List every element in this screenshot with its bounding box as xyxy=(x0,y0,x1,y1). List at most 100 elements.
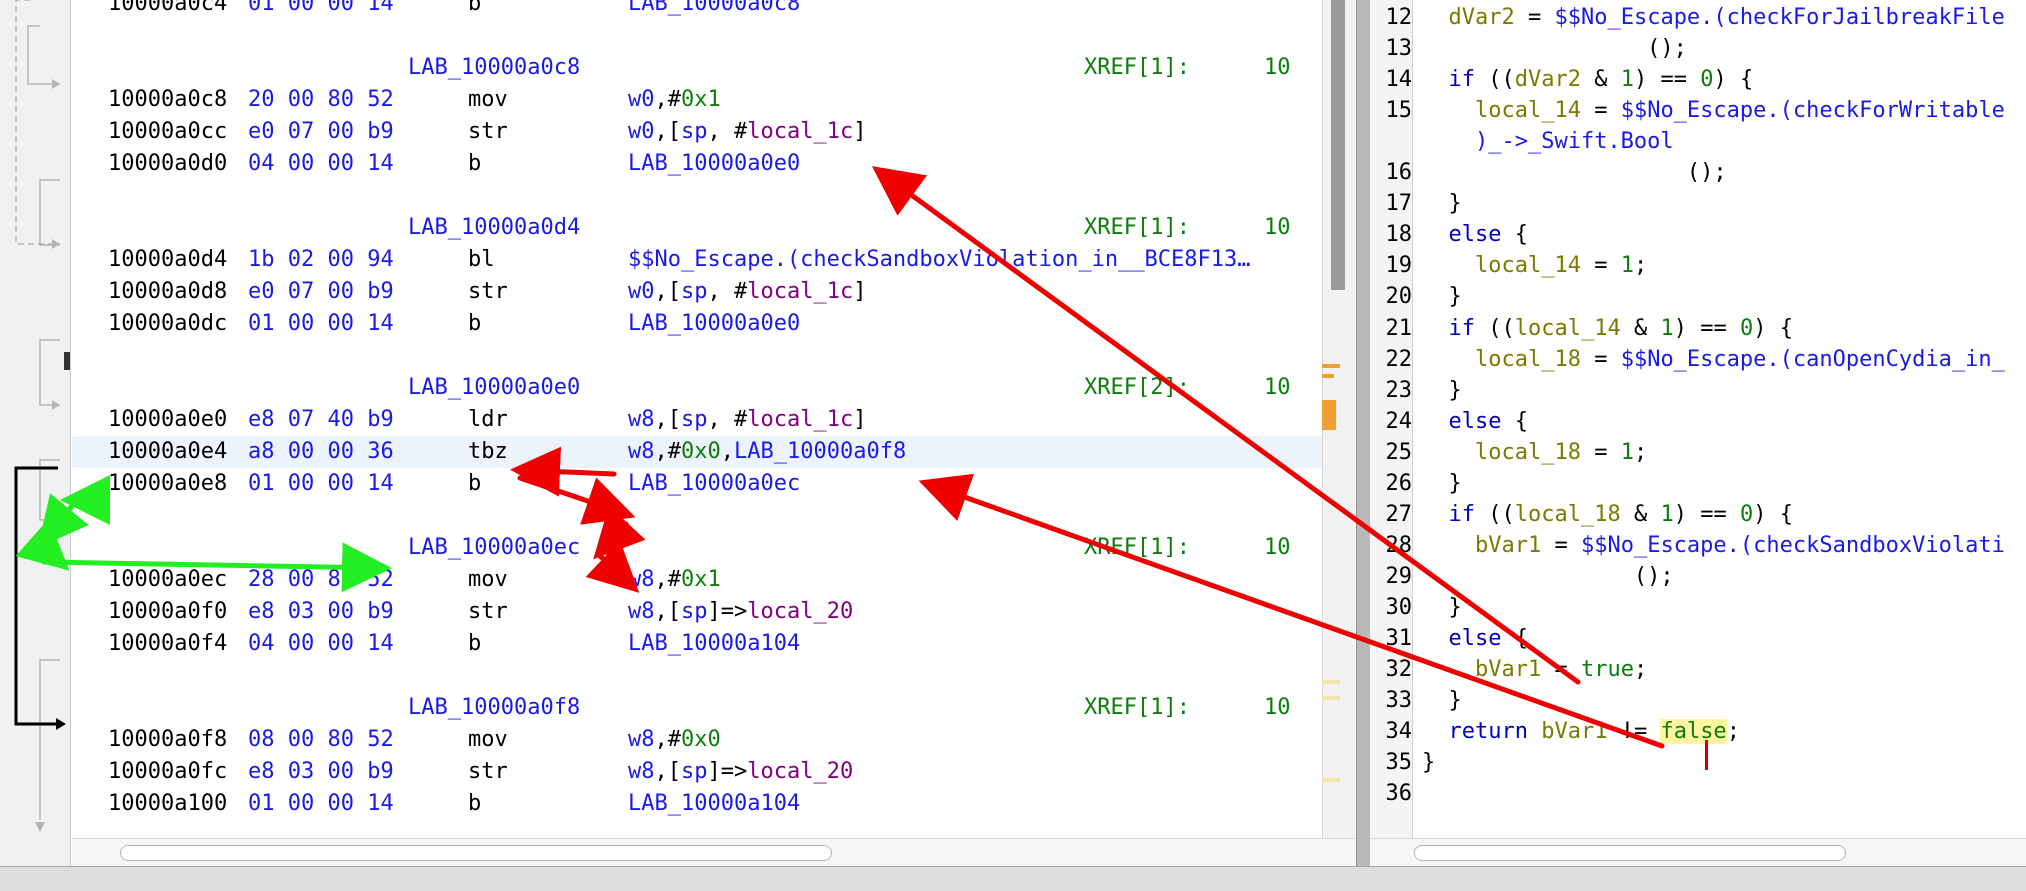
code-token[interactable]: local_14 xyxy=(1515,316,1621,341)
code-token[interactable]: (); xyxy=(1422,36,1687,61)
operand-token[interactable]: w0 xyxy=(628,119,655,144)
code-token[interactable]: & xyxy=(1621,316,1661,341)
code-token[interactable]: if xyxy=(1449,502,1476,527)
instruction-operands[interactable]: w0,[sp, #local_1c] xyxy=(628,276,866,308)
listing-code-row[interactable]: 10000a0d8 e0 07 00 b9 str w0,[sp, #local_1c… xyxy=(72,276,1355,308)
decompiled-code-line[interactable]: } xyxy=(1422,747,1435,779)
code-token[interactable]: return xyxy=(1449,719,1528,744)
operand-token[interactable]: local_1c xyxy=(747,119,853,144)
listing-code-row[interactable]: 10000a0dc 01 00 00 14 b LAB_10000a0e0 xyxy=(72,308,1355,340)
code-label[interactable]: LAB_10000a0c8 xyxy=(408,52,580,84)
operand-token[interactable]: w8 xyxy=(628,567,655,592)
listing-scroll-thumb[interactable] xyxy=(1331,0,1345,290)
code-token[interactable]: = xyxy=(1541,533,1581,558)
instruction-operands[interactable]: LAB_10000a0ec xyxy=(628,468,800,500)
code-token[interactable]: bVar1 xyxy=(1541,719,1607,744)
code-token[interactable]: 0 xyxy=(1740,316,1753,341)
listing-label-row[interactable]: LAB_10000a0c8 XREF[1]: 10 xyxy=(72,52,1355,84)
operand-token[interactable]: w0 xyxy=(628,87,655,112)
operand-token[interactable]: , xyxy=(721,439,734,464)
instruction-mnemonic[interactable]: mov xyxy=(468,724,508,756)
decompiled-code-line[interactable]: } xyxy=(1422,375,1461,407)
instruction-address[interactable]: 10000a0fc xyxy=(108,756,227,788)
listing-code-row[interactable]: 10000a0e8 01 00 00 14 b LAB_10000a0ec xyxy=(72,468,1355,500)
instruction-operands[interactable]: w8,[sp]=>local_20 xyxy=(628,756,853,788)
code-token[interactable]: = xyxy=(1541,657,1581,682)
operand-token[interactable]: local_1c xyxy=(747,407,853,432)
operand-token[interactable]: sp xyxy=(681,759,708,784)
operand-token[interactable]: sp xyxy=(681,599,708,624)
listing-label-row[interactable]: LAB_10000a0d4 XREF[1]: 10 xyxy=(72,212,1355,244)
code-token[interactable]: { xyxy=(1501,626,1528,651)
operand-token[interactable]: LAB_10000a0f8 xyxy=(734,439,906,464)
code-token[interactable]: dVar2 xyxy=(1449,5,1515,30)
instruction-address[interactable]: 10000a0cc xyxy=(108,116,227,148)
code-label[interactable]: LAB_10000a0e0 xyxy=(408,372,580,404)
operand-token[interactable]: ,[ xyxy=(655,759,682,784)
instruction-operands[interactable]: w8,#0x0,LAB_10000a0f8 xyxy=(628,436,906,468)
listing-code-row[interactable]: 10000a0f4 04 00 00 14 b LAB_10000a104 xyxy=(72,628,1355,660)
code-token[interactable]: } xyxy=(1422,284,1461,309)
instruction-operands[interactable]: $$No_Escape.(checkSandboxViolation_in__B… xyxy=(628,244,1251,276)
code-token[interactable]: 0 xyxy=(1700,67,1713,92)
instruction-address[interactable]: 10000a0c4 xyxy=(108,0,227,20)
code-token[interactable]: $$No_Escape.(canOpenCydia_in_ xyxy=(1621,347,2005,372)
decompiled-code-line[interactable]: if ((local_18 & 1) == 0) { xyxy=(1422,499,1793,531)
listing-panel[interactable]: 10000a0c4 01 00 00 14 b LAB_10000a0c8 LAB_10… xyxy=(72,0,1355,866)
listing-hscroll-thumb[interactable] xyxy=(120,845,832,861)
operand-token[interactable]: ] xyxy=(853,119,866,144)
code-token[interactable]: false xyxy=(1660,719,1727,745)
decompiled-code-line[interactable]: )_->_Swift.Bool xyxy=(1422,126,1674,158)
operand-token[interactable]: ,# xyxy=(655,439,682,464)
listing-horizontal-scrollbar[interactable] xyxy=(72,838,1355,867)
decompiled-code-line[interactable]: (); xyxy=(1422,561,1674,593)
code-token[interactable]: & xyxy=(1621,502,1661,527)
code-token[interactable]: local_14 xyxy=(1475,253,1581,278)
instruction-mnemonic[interactable]: b xyxy=(468,0,481,20)
instruction-address[interactable]: 10000a0dc xyxy=(108,308,227,340)
operand-token[interactable]: ]=> xyxy=(708,759,748,784)
code-token[interactable]: if xyxy=(1449,67,1476,92)
operand-token[interactable]: 0x0 xyxy=(681,439,721,464)
code-token[interactable] xyxy=(1422,347,1475,372)
decompiled-code-line[interactable]: } xyxy=(1422,685,1461,717)
decompiled-code-line[interactable]: local_18 = 1; xyxy=(1422,437,1647,469)
operand-token[interactable]: w8 xyxy=(628,727,655,752)
operand-token[interactable]: , # xyxy=(708,407,748,432)
listing-code-row[interactable]: 10000a0d0 04 00 00 14 b LAB_10000a0e0 xyxy=(72,148,1355,180)
listing-code-row[interactable]: 10000a0e4 a8 00 00 36 tbz w8,#0x0,LAB_10000… xyxy=(72,436,1355,468)
instruction-mnemonic[interactable]: str xyxy=(468,276,508,308)
code-token[interactable]: else xyxy=(1449,626,1502,651)
instruction-address[interactable]: 10000a100 xyxy=(108,788,227,820)
decompiled-code-line[interactable]: bVar1 = $$No_Escape.(checkSandboxViolati xyxy=(1422,530,2005,562)
operand-token[interactable]: ,[ xyxy=(655,279,682,304)
decompiler-panel[interactable]: 12 13 14 15 16 17 18 19 20 21 22 23 24 25 26 27 28 29 30 31… xyxy=(1370,0,2026,866)
instruction-mnemonic[interactable]: str xyxy=(468,596,508,628)
operand-token[interactable]: ,# xyxy=(655,87,682,112)
code-token[interactable]: (( xyxy=(1475,502,1515,527)
code-token[interactable]: (); xyxy=(1422,564,1674,589)
instruction-address[interactable]: 10000a0f4 xyxy=(108,628,227,660)
code-token[interactable] xyxy=(1422,253,1475,278)
code-token[interactable]: if xyxy=(1449,316,1476,341)
code-token[interactable]: bVar1 xyxy=(1475,533,1541,558)
decompiled-code-line[interactable]: local_14 = 1; xyxy=(1422,250,1647,282)
code-token[interactable]: ) { xyxy=(1753,316,1793,341)
listing-code-row[interactable]: 10000a0d4 1b 02 00 94 bl $$No_Escape.(check… xyxy=(72,244,1355,276)
instruction-mnemonic[interactable]: mov xyxy=(468,84,508,116)
operand-token[interactable]: ,# xyxy=(655,567,682,592)
decompiled-code-line[interactable]: else { xyxy=(1422,623,1528,655)
instruction-mnemonic[interactable]: b xyxy=(468,788,481,820)
instruction-operands[interactable]: w8,[sp]=>local_20 xyxy=(628,596,853,628)
code-token[interactable] xyxy=(1422,719,1449,744)
operand-token[interactable]: sp xyxy=(681,279,708,304)
xref-link[interactable]: XREF[1]: xyxy=(1084,52,1190,84)
operand-token[interactable]: ] xyxy=(853,279,866,304)
code-token[interactable]: { xyxy=(1501,222,1528,247)
code-token[interactable]: 1 xyxy=(1660,502,1673,527)
instruction-address[interactable]: 10000a0f8 xyxy=(108,724,227,756)
instruction-address[interactable]: 10000a0ec xyxy=(108,564,227,596)
decompiled-code-line[interactable]: local_18 = $$No_Escape.(canOpenCydia_in_ xyxy=(1422,344,2005,376)
instruction-address[interactable]: 10000a0e8 xyxy=(108,468,227,500)
decompiler-hscroll-thumb[interactable] xyxy=(1414,845,1846,861)
